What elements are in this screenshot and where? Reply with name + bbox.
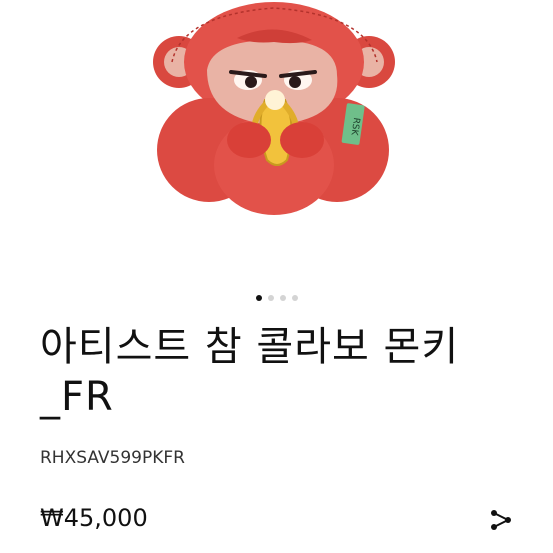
product-detail-page: RSK 아티스트 참 콜라보 몬키 _FR RHXSAV599PKFR ₩45,… xyxy=(0,0,553,553)
carousel-dot-active[interactable] xyxy=(255,295,262,301)
carousel-dot[interactable] xyxy=(291,295,298,301)
carousel-dot[interactable] xyxy=(267,295,274,301)
share-icon xyxy=(491,510,511,530)
product-image[interactable]: RSK xyxy=(0,0,553,270)
product-price: ₩45,000 xyxy=(40,504,148,532)
product-sku: RHXSAV599PKFR xyxy=(40,448,185,468)
product-title: 아티스트 참 콜라보 몬키 _FR xyxy=(40,324,460,420)
monkey-charm-illustration: RSK xyxy=(152,2,395,215)
carousel-dot[interactable] xyxy=(279,295,286,301)
carousel-pagination[interactable] xyxy=(0,295,553,301)
share-button[interactable] xyxy=(486,505,516,535)
